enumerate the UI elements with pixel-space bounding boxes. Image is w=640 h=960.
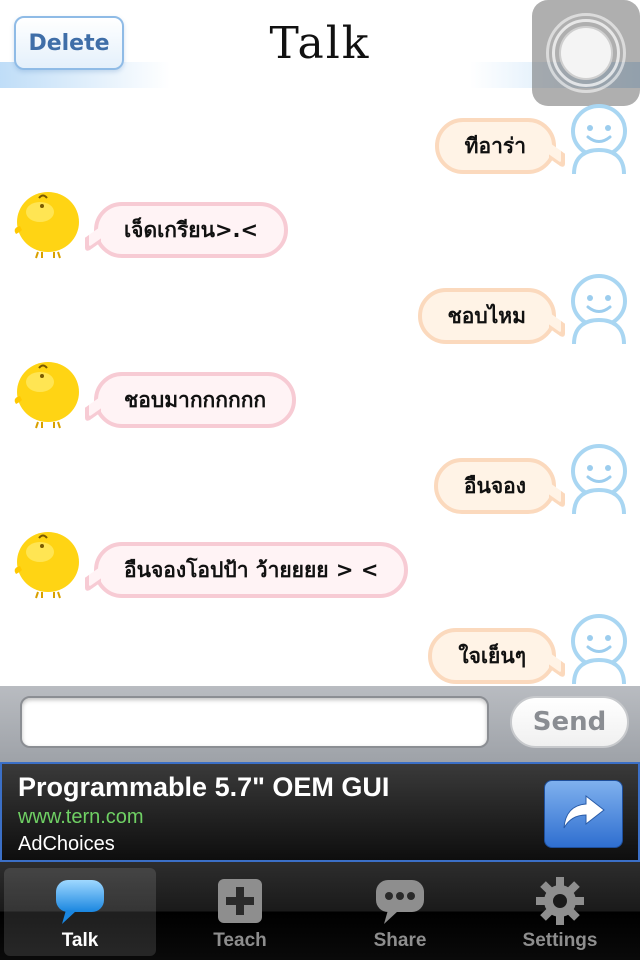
message-bubble-bot: ชอบมากกกกกก xyxy=(85,372,297,428)
message-text: ใจเย็นๆ xyxy=(458,643,526,668)
share-arrow-icon xyxy=(562,792,606,836)
chat-message-bot: อืนจองโอปป้า ว้ายยยย > < xyxy=(0,524,640,599)
composer-bar: Send xyxy=(0,686,640,762)
plus-box-icon xyxy=(210,874,270,928)
user-avatar-icon xyxy=(566,104,632,175)
message-text: เจ็ดเกรียน>.< xyxy=(124,217,259,242)
message-bubble-user: อืนจอง xyxy=(433,458,565,514)
message-text: อืนจองโอปป้า ว้ายยยย > < xyxy=(124,557,379,582)
app-screen: Delete Talk ทีอาร่า เจ็ดเกรียน>.< ชอบไหม… xyxy=(0,0,640,960)
tab-label: Settings xyxy=(522,930,598,951)
message-text: ชอบไหม xyxy=(447,303,526,328)
tab-label: Talk xyxy=(61,930,99,951)
ad-choices-link[interactable]: AdChoices xyxy=(18,833,115,856)
user-avatar-icon xyxy=(566,614,632,685)
bubble-tail xyxy=(549,652,565,680)
bubble-tail xyxy=(549,312,565,340)
ad-go-button[interactable] xyxy=(544,780,623,848)
assistive-touch-dot xyxy=(559,26,613,80)
chat-message-user: ชอบไหม xyxy=(0,270,640,345)
page-title: Talk xyxy=(269,18,371,69)
chat-message-user: ใจเย็นๆ xyxy=(0,610,640,685)
message-text: ชอบมากกกกกก xyxy=(124,387,267,412)
message-bubble-bot: เจ็ดเกรียน>.< xyxy=(85,202,289,258)
tab-share[interactable]: Share xyxy=(324,868,476,956)
bubble-tail xyxy=(85,226,101,254)
tab-teach[interactable]: Teach xyxy=(164,868,316,956)
bubble-tail xyxy=(85,396,101,424)
gear-icon xyxy=(530,874,590,928)
tab-label: Share xyxy=(373,930,427,951)
bubble-tail xyxy=(549,142,565,170)
ad-banner[interactable]: Programmable 5.7" OEM GUI www.tern.com A… xyxy=(0,762,640,862)
speech-bubble-icon xyxy=(50,874,110,928)
message-bubble-user: ใจเย็นๆ xyxy=(428,628,565,684)
delete-button[interactable]: Delete xyxy=(14,16,124,70)
chat-message-bot: ชอบมากกกกกก xyxy=(0,354,640,429)
chat-message-user: ทีอาร่า xyxy=(0,100,640,175)
user-avatar-icon xyxy=(566,274,632,345)
ad-title[interactable]: Programmable 5.7" OEM GUI xyxy=(18,772,389,803)
chat-message-bot: เจ็ดเกรียน>.< xyxy=(0,184,640,259)
tab-settings[interactable]: Settings xyxy=(484,868,636,956)
user-avatar-icon xyxy=(566,444,632,515)
ad-url[interactable]: www.tern.com xyxy=(18,806,144,829)
message-bubble-user: ชอบไหม xyxy=(417,288,565,344)
chat-dots-icon xyxy=(370,874,430,928)
tab-label: Teach xyxy=(213,930,267,951)
tab-talk[interactable]: Talk xyxy=(4,868,156,956)
bubble-tail xyxy=(549,482,565,510)
bubble-tail xyxy=(85,566,101,594)
chat-message-user: อืนจอง xyxy=(0,440,640,515)
message-bubble-user: ทีอาร่า xyxy=(434,118,565,174)
bot-avatar-icon xyxy=(10,528,79,599)
chat-list[interactable]: ทีอาร่า เจ็ดเกรียน>.< ชอบไหม ชอบมากกกกกก… xyxy=(0,90,640,686)
message-text: อืนจอง xyxy=(463,473,526,498)
message-input[interactable] xyxy=(20,696,489,748)
message-bubble-bot: อืนจองโอปป้า ว้ายยยย > < xyxy=(85,542,409,598)
tab-bar: Talk Teach Share Settings xyxy=(0,862,640,960)
message-text: ทีอาร่า xyxy=(464,133,526,158)
bot-avatar-icon xyxy=(10,358,79,429)
bot-avatar-icon xyxy=(10,188,79,259)
send-button[interactable]: Send xyxy=(510,696,629,748)
